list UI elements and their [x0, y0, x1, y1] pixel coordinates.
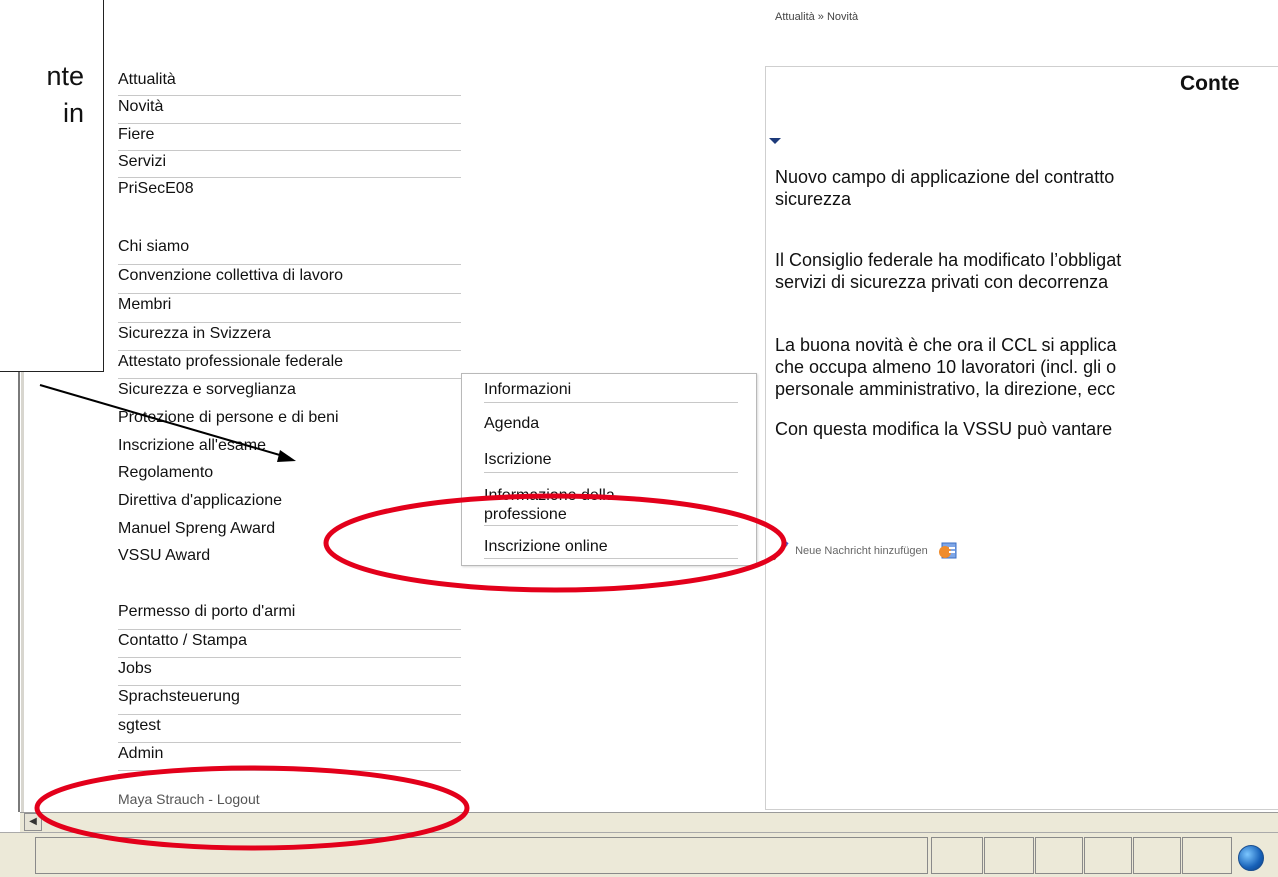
nav-item-attualita[interactable]: Attualità: [118, 69, 461, 96]
nav-item-regolamento[interactable]: Regolamento: [118, 462, 461, 490]
user-login-line: Maya Strauch - Logout: [118, 791, 260, 807]
nav-item-contatto[interactable]: Contatto / Stampa: [118, 630, 461, 658]
news-line: servizi di sicurezza privati con decorre…: [775, 272, 1109, 292]
nav-item-sicurezza-sorveglianza[interactable]: Sicurezza e sorveglianza: [118, 379, 461, 407]
user-separator: -: [204, 791, 217, 807]
nav-item-sicurezza-svizzera[interactable]: Sicurezza in Svizzera: [118, 323, 461, 351]
nav-item-chi-siamo[interactable]: Chi siamo: [118, 236, 461, 265]
edit-page-icon[interactable]: [937, 540, 959, 562]
status-cell: [1133, 837, 1181, 874]
nav-item-vssu-award[interactable]: VSSU Award: [118, 545, 461, 572]
nav-item-sgtest[interactable]: sgtest: [118, 715, 461, 743]
news-line: che occupa almeno 10 lavoratori (incl. g…: [775, 357, 1117, 377]
nav-item-direttiva[interactable]: Direttiva d'applicazione: [118, 490, 461, 518]
add-news-link[interactable]: Neue Nachricht hinzufügen: [770, 540, 959, 562]
news-line: Con questa modifica la VSSU può vantare: [775, 419, 1113, 439]
user-name: Maya Strauch: [118, 791, 205, 807]
status-text-pane: [35, 837, 928, 874]
news-line: Nuovo campo di applicazione del contratt…: [775, 167, 1115, 187]
globe-icon: [1238, 845, 1264, 871]
nav-item-attestato[interactable]: Attestato professionale federale: [118, 351, 461, 379]
news-paragraph-4: Con questa modifica la VSSU può vantare: [775, 418, 1112, 440]
add-news-label: Neue Nachricht hinzufügen: [795, 544, 928, 557]
nav-group-news: Attualità Novità Fiere Servizi PriSecE08: [118, 69, 461, 205]
submenu-item-informazioni[interactable]: Informazioni: [484, 380, 738, 403]
nav-item-prisece08[interactable]: PriSecE08: [118, 178, 461, 205]
nav-item-porto-armi[interactable]: Permesso di porto d'armi: [118, 601, 461, 630]
nav-group-about: Chi siamo Convenzione collettiva di lavo…: [118, 236, 461, 572]
callout-line-1: nte: [46, 61, 84, 91]
callout-line-2: in: [62, 98, 84, 128]
submenu-item-agenda[interactable]: Agenda: [484, 414, 738, 438]
status-cell: [1182, 837, 1232, 874]
nav-item-inscrizione-esame[interactable]: Inscrizione all'esame: [118, 435, 461, 462]
nav-group-misc: Permesso di porto d'armi Contatto / Stam…: [118, 601, 461, 771]
content-title: Conte: [1180, 72, 1240, 95]
submenu-item-informazione-della[interactable]: Informazione della: [484, 486, 738, 505]
nav-item-membri[interactable]: Membri: [118, 294, 461, 323]
nav-item-protezione[interactable]: Protezione di persone e di beni: [118, 407, 461, 435]
news-line: Il Consiglio federale ha modificato l’ob…: [775, 250, 1122, 270]
logout-link[interactable]: Logout: [217, 791, 260, 807]
nav-item-fiere[interactable]: Fiere: [118, 124, 461, 151]
callout-text: nte in: [0, 58, 84, 132]
status-cell: [931, 837, 983, 874]
submenu-item-professione[interactable]: professione: [484, 505, 738, 526]
news-line: La buona novità è che ora il CCL si appl…: [775, 335, 1117, 355]
nav-item-servizi[interactable]: Servizi: [118, 151, 461, 178]
status-cell: [984, 837, 1034, 874]
nav-item-convenzione[interactable]: Convenzione collettiva di lavoro: [118, 265, 461, 294]
nav-item-novita[interactable]: Novità: [118, 96, 461, 124]
submenu-flyout: Informazioni Agenda Iscrizione Informazi…: [461, 373, 757, 566]
scroll-left-icon[interactable]: ◀: [24, 813, 42, 831]
breadcrumb: Attualità » Novità: [775, 11, 859, 23]
news-paragraph-1: Nuovo campo di applicazione del contratt…: [775, 166, 1114, 210]
submenu-item-iscrizione[interactable]: Iscrizione: [484, 450, 738, 473]
pencil-icon: [771, 540, 789, 561]
nav-item-manuel-spreng-award[interactable]: Manuel Spreng Award: [118, 518, 461, 545]
status-cell: [1035, 837, 1083, 874]
callout-box: [0, 0, 104, 372]
news-line: sicurezza: [775, 189, 852, 209]
submenu-item-inscrizione-online[interactable]: Inscrizione online: [484, 537, 738, 559]
nav-item-sprachsteuerung[interactable]: Sprachsteuerung: [118, 686, 461, 715]
news-paragraph-2: Il Consiglio federale ha modificato l’ob…: [775, 249, 1121, 293]
nav-item-jobs[interactable]: Jobs: [118, 658, 461, 686]
status-cell: [1084, 837, 1132, 874]
news-paragraph-3: La buona novità è che ora il CCL si appl…: [775, 334, 1117, 400]
news-line: personale amministrativo, la direzione, …: [775, 379, 1116, 399]
horizontal-scrollbar[interactable]: [20, 812, 1278, 832]
nav-item-admin[interactable]: Admin: [118, 743, 461, 771]
dropdown-arrow-icon[interactable]: [769, 138, 781, 144]
